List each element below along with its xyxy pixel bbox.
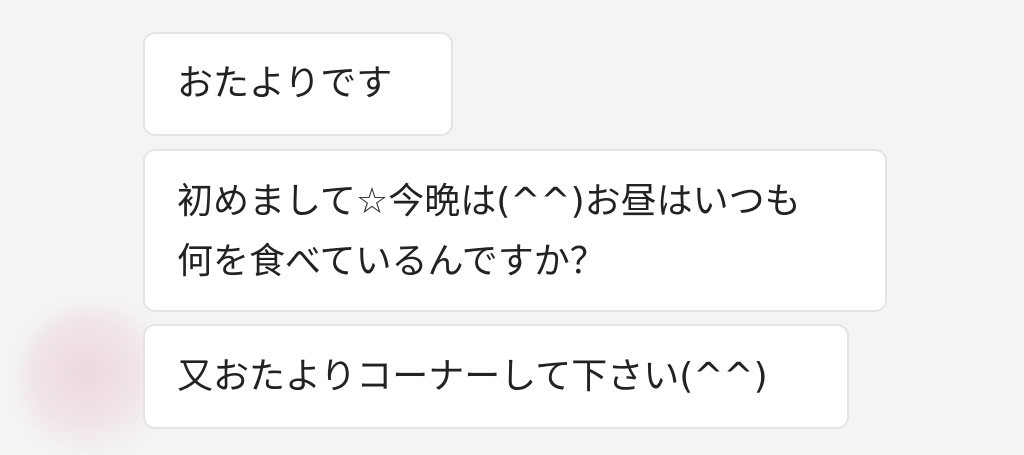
message-bubble[interactable]: 初めまして☆今晩は(^^)お昼はいつも 何を食べているんですか？ xyxy=(143,149,887,312)
message-bubble[interactable]: 又おたよりコーナーして下さい(^^) xyxy=(143,324,849,429)
message-text: 何を食べているんですか？ xyxy=(177,241,606,282)
chat-area: おたよりです 初めまして☆今晩は(^^)お昼はいつも 何を食べているんですか？ … xyxy=(0,0,1024,455)
message-text: 又おたよりコーナーして下さい(^^) xyxy=(177,356,768,397)
message-text: おたよりです xyxy=(177,63,393,104)
message-bubble[interactable]: おたよりです xyxy=(143,32,453,136)
message-text: 初めまして☆今晩は(^^)お昼はいつも xyxy=(177,181,801,222)
